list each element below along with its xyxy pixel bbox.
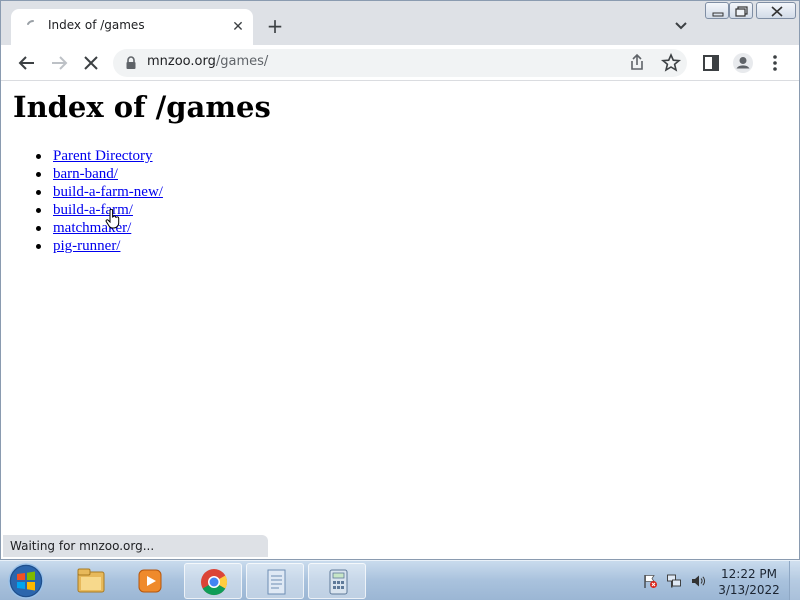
bookmark-star-icon[interactable] — [659, 51, 683, 75]
url-path: /games/ — [215, 54, 269, 69]
stop-loading-icon[interactable] — [79, 51, 103, 75]
taskbar-chrome-button[interactable] — [184, 563, 242, 599]
link-parent-directory[interactable]: Parent Directory — [53, 148, 153, 164]
hand-cursor-icon — [105, 209, 120, 229]
taskbar-media-player-button[interactable] — [122, 563, 180, 599]
taskbar-clock[interactable]: 12:22 PM 3/13/2022 — [716, 566, 782, 598]
tab-title: Index of /games — [48, 18, 145, 32]
show-desktop-button[interactable] — [789, 561, 800, 600]
lock-icon[interactable] — [125, 56, 137, 70]
forward-arrow-icon[interactable] — [47, 51, 71, 75]
calculator-icon — [329, 569, 348, 595]
list-item: pig-runner/ — [36, 237, 163, 255]
page-title: Index of /games — [13, 90, 271, 124]
taskbar: 12:22 PM 3/13/2022 — [0, 560, 800, 600]
list-item: Parent Directory — [36, 147, 163, 165]
taskbar-explorer-button[interactable] — [62, 563, 120, 599]
media-player-icon — [138, 569, 162, 593]
maximize-button[interactable] — [729, 2, 753, 19]
volume-icon[interactable] — [690, 573, 706, 589]
minimize-button[interactable] — [705, 2, 729, 19]
folder-icon — [77, 568, 105, 593]
tab-strip: Index of /games ✕ + — [1, 1, 799, 45]
menu-kebab-icon[interactable] — [763, 51, 787, 75]
list-item: build-a-farm-new/ — [36, 183, 163, 201]
link-barn-band[interactable]: barn-band/ — [53, 166, 118, 182]
directory-listing: Parent Directory barn-band/ build-a-farm… — [36, 147, 163, 255]
network-icon[interactable] — [666, 573, 682, 589]
browser-toolbar: mnzoo.org/games/ — [1, 45, 799, 81]
action-center-flag-icon[interactable] — [642, 573, 658, 589]
list-item: barn-band/ — [36, 165, 163, 183]
loading-spinner-icon — [27, 20, 34, 25]
tab-index-of-games[interactable]: Index of /games ✕ — [11, 9, 253, 45]
url-text: mnzoo.org/games/ — [147, 54, 268, 69]
browser-window: Index of /games ✕ + mnzoo.org/games/ Ind… — [0, 0, 800, 560]
new-tab-button[interactable]: + — [265, 16, 285, 36]
tab-search-icon[interactable] — [673, 17, 689, 33]
taskbar-calculator-button[interactable] — [308, 563, 366, 599]
side-panel-icon[interactable] — [699, 51, 723, 75]
clock-date: 3/13/2022 — [718, 583, 780, 597]
chrome-icon — [201, 569, 228, 596]
back-arrow-icon[interactable] — [15, 51, 39, 75]
page-content: Index of /games Parent Directory barn-ba… — [1, 82, 799, 559]
taskbar-notepad-button[interactable] — [246, 563, 304, 599]
close-window-button[interactable] — [756, 2, 796, 19]
address-bar[interactable]: mnzoo.org/games/ — [113, 49, 687, 77]
link-build-a-farm-new[interactable]: build-a-farm-new/ — [53, 184, 163, 200]
start-button-icon[interactable] — [6, 562, 46, 600]
share-icon[interactable] — [625, 51, 649, 75]
notepad-icon — [267, 569, 286, 595]
clock-time: 12:22 PM — [721, 567, 777, 581]
status-bubble: Waiting for mnzoo.org... — [3, 535, 268, 557]
tab-close-icon[interactable]: ✕ — [229, 18, 247, 36]
profile-avatar-icon[interactable] — [731, 51, 755, 75]
link-pig-runner[interactable]: pig-runner/ — [53, 238, 120, 254]
url-domain: mnzoo.org — [147, 54, 216, 69]
